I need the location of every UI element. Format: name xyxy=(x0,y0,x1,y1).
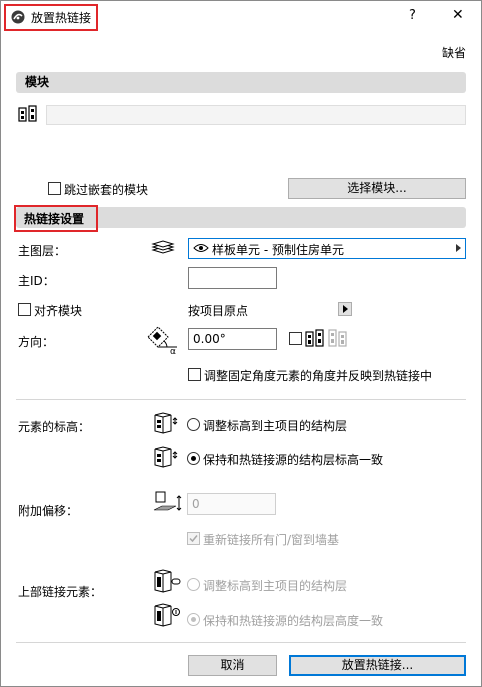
app-logo-icon xyxy=(11,10,25,24)
top-link-label: 上部链接元素： xyxy=(18,585,103,599)
skip-nested-checkbox[interactable] xyxy=(48,182,61,195)
elevation-adjust-icon xyxy=(152,410,180,436)
adjust-angle-label: 调整固定角度元素的角度并反映到热链接中 xyxy=(204,369,433,383)
rotation-angle-icon: α xyxy=(145,323,181,357)
module-path-field xyxy=(46,105,466,125)
play-arrow-icon xyxy=(343,305,348,313)
select-module-button[interactable]: 选择模块... xyxy=(288,178,466,199)
skip-nested-label: 跳过嵌套的模块 xyxy=(64,183,149,197)
cancel-button[interactable]: 取消 xyxy=(188,655,277,676)
dialog-title: 放置热链接 xyxy=(31,11,92,25)
align-module-label: 对齐模块 xyxy=(34,304,83,318)
orientation-label: 方向： xyxy=(18,335,55,349)
master-id-input[interactable] xyxy=(188,267,277,289)
top-link-keep-label: 保持和热链接源的结构层高度一致 xyxy=(203,614,384,628)
help-button[interactable]: ? xyxy=(409,8,416,23)
elevation-keep-icon xyxy=(152,444,180,470)
module-section-header: 模块 xyxy=(16,72,466,93)
elevation-keep-radio[interactable] xyxy=(187,452,200,465)
top-link-keep-radio[interactable] xyxy=(187,613,200,626)
divider xyxy=(16,399,466,400)
elevation-adjust-label: 调整标高到主项目的结构层 xyxy=(203,419,348,433)
layers-icon xyxy=(151,239,175,255)
hotlink-section-title: 热链接设置 xyxy=(24,212,85,226)
master-layer-label: 主图层： xyxy=(18,244,67,258)
default-label[interactable]: 缺省 xyxy=(442,44,466,61)
relink-label: 重新链接所有门/窗到墙基 xyxy=(203,533,340,547)
relink-checkbox[interactable] xyxy=(187,532,200,545)
module-icon xyxy=(18,105,38,123)
top-link-adjust-label: 调整标高到主项目的结构层 xyxy=(203,579,348,593)
svg-text:α: α xyxy=(170,347,176,355)
module-mirror-disabled-icon xyxy=(328,328,348,348)
dialog-window: 放置热链接 ? ✕ 缺省 模块 跳过嵌套的模块 选择模块... 热链接设置 主图… xyxy=(0,0,482,687)
project-origin-arrow-button[interactable] xyxy=(338,302,352,316)
orientation-mirror-checkbox[interactable] xyxy=(289,332,302,345)
master-layer-value: 样板单元 - 预制住房单元 xyxy=(212,243,344,257)
top-link-adjust-icon xyxy=(152,566,182,594)
top-link-keep-icon xyxy=(152,600,182,628)
elevation-adjust-radio[interactable] xyxy=(187,418,200,431)
offset-icon xyxy=(152,490,184,518)
offset-input[interactable]: 0 xyxy=(187,493,276,515)
offset-label: 附加偏移： xyxy=(18,504,79,518)
footer-divider xyxy=(16,642,466,643)
elevation-label: 元素的标高： xyxy=(18,420,91,434)
elevation-keep-label: 保持和热链接源的结构层标高一致 xyxy=(203,453,384,467)
top-link-adjust-radio[interactable] xyxy=(187,578,200,591)
dropdown-arrow-icon xyxy=(456,244,461,252)
place-hotlink-button[interactable]: 放置热链接... xyxy=(289,655,466,676)
eye-icon xyxy=(193,242,209,254)
close-button[interactable]: ✕ xyxy=(452,7,464,23)
master-id-label: 主ID： xyxy=(18,274,55,288)
adjust-angle-checkbox[interactable] xyxy=(188,368,201,381)
module-mirror-icon xyxy=(305,328,325,348)
align-module-checkbox[interactable] xyxy=(18,303,31,316)
master-layer-dropdown[interactable]: 样板单元 - 预制住房单元 xyxy=(188,238,466,259)
project-origin-label: 按项目原点 xyxy=(188,304,249,318)
orientation-input[interactable]: 0.00° xyxy=(188,328,277,350)
